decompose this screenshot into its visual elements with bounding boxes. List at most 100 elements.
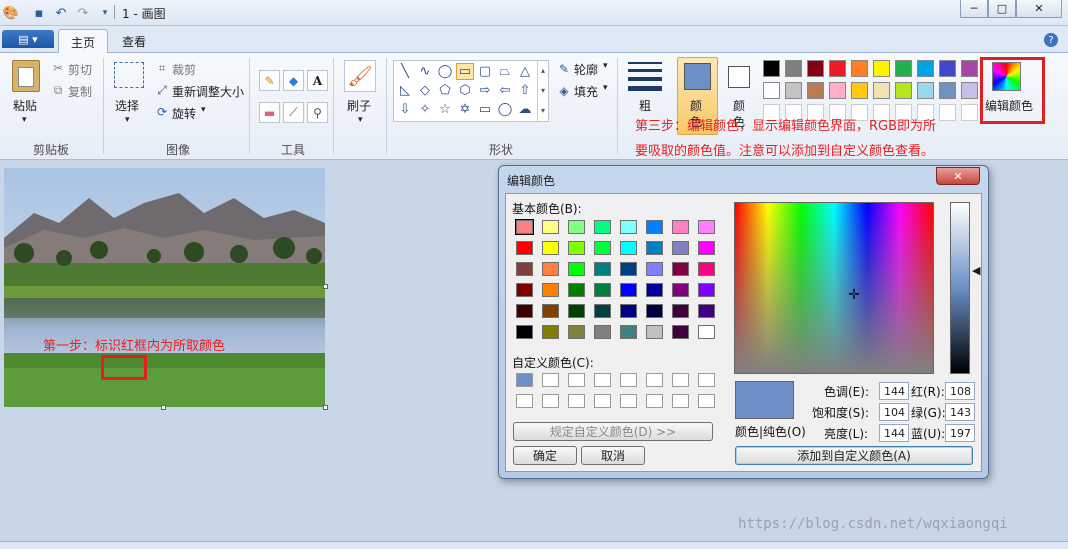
outline-button[interactable]: 轮廓 (574, 61, 598, 78)
copy-button[interactable]: 复制 (68, 83, 92, 100)
basic-color-cell[interactable] (594, 220, 611, 234)
paint-app-icon[interactable]: 🎨 (2, 4, 20, 22)
resize-icon[interactable]: ⤢ (154, 82, 170, 98)
save-icon[interactable]: ▪ (30, 4, 48, 22)
basic-color-cell[interactable] (646, 325, 663, 339)
right-arrow-shape-icon[interactable]: ⇨ (476, 82, 494, 99)
basic-color-cell[interactable] (594, 262, 611, 276)
rectangle-shape-icon[interactable]: ▭ (456, 63, 474, 80)
custom-color-cell[interactable] (672, 394, 689, 408)
basic-color-cell[interactable] (516, 325, 533, 339)
color-picker-icon[interactable]: ⟋ (283, 102, 304, 123)
resize-handle-corner[interactable] (323, 405, 328, 410)
eraser-icon[interactable]: ▬ (259, 102, 280, 123)
minimize-button[interactable]: ─ (960, 0, 988, 18)
magnifier-icon[interactable]: ⚲ (307, 102, 328, 123)
basic-color-cell[interactable] (646, 241, 663, 255)
paste-dropdown-icon[interactable]: ▾ (22, 115, 27, 125)
brush-dropdown-icon[interactable]: ▾ (358, 115, 363, 125)
down-arrow-shape-icon[interactable]: ⇩ (396, 101, 414, 118)
basic-color-cell[interactable] (568, 220, 585, 234)
right-triangle-shape-icon[interactable]: ◺ (396, 82, 414, 99)
color2-swatch[interactable] (728, 66, 750, 88)
basic-color-cell[interactable] (516, 262, 533, 276)
custom-color-cell[interactable] (698, 394, 715, 408)
hexagon-shape-icon[interactable]: ⬡ (456, 82, 474, 99)
basic-color-cell[interactable] (698, 304, 715, 318)
basic-color-cell[interactable] (672, 304, 689, 318)
custom-color-cell[interactable] (542, 394, 559, 408)
basic-color-cell[interactable] (516, 283, 533, 297)
palette-swatch[interactable] (763, 82, 780, 99)
luminance-slider[interactable] (950, 202, 970, 374)
custom-color-cell[interactable] (516, 373, 533, 387)
callout-cloud-shape-icon[interactable]: ☁ (516, 101, 534, 118)
basic-color-cell[interactable] (620, 325, 637, 339)
basic-color-cell[interactable] (620, 262, 637, 276)
palette-swatch[interactable] (785, 82, 802, 99)
dialog-close-button[interactable]: ✕ (936, 167, 980, 185)
basic-color-cell[interactable] (515, 219, 534, 235)
triangle-shape-icon[interactable]: △ (516, 63, 534, 80)
palette-swatch[interactable] (961, 82, 978, 99)
basic-color-cell[interactable] (594, 325, 611, 339)
basic-color-cell[interactable] (672, 241, 689, 255)
basic-color-cell[interactable] (542, 283, 559, 297)
basic-color-cell[interactable] (516, 304, 533, 318)
palette-swatch[interactable] (895, 82, 912, 99)
palette-swatch[interactable] (873, 60, 890, 77)
size-button[interactable]: 粗 (639, 97, 651, 114)
outline-icon[interactable]: ✎ (556, 61, 572, 77)
basic-color-cell[interactable] (568, 262, 585, 276)
pencil-icon[interactable]: ✎ (259, 70, 280, 91)
basic-color-cell[interactable] (646, 283, 663, 297)
basic-color-cell[interactable] (646, 220, 663, 234)
cancel-button[interactable]: 取消 (581, 446, 645, 465)
basic-color-cell[interactable] (698, 283, 715, 297)
basic-color-cell[interactable] (542, 304, 559, 318)
redo-icon[interactable]: ↷ (74, 4, 92, 22)
custom-color-cell[interactable] (594, 394, 611, 408)
five-point-star-shape-icon[interactable]: ☆ (436, 101, 454, 118)
outline-dropdown-icon[interactable]: ▾ (603, 61, 608, 71)
basic-color-cell[interactable] (698, 220, 715, 234)
basic-color-cell[interactable] (620, 220, 637, 234)
undo-icon[interactable]: ↶ (52, 4, 70, 22)
basic-color-cell[interactable] (594, 304, 611, 318)
cut-button[interactable]: 剪切 (68, 61, 92, 78)
custom-color-cell[interactable] (698, 373, 715, 387)
shapes-scroll[interactable]: ▴ ▾ ▾ (537, 61, 548, 121)
brush-button[interactable]: 刷子 (347, 97, 371, 114)
basic-color-cell[interactable] (672, 325, 689, 339)
rounded-rectangle-shape-icon[interactable]: ▢ (476, 63, 494, 80)
luminance-field[interactable]: 144 (879, 424, 909, 442)
select-icon[interactable] (114, 62, 144, 88)
palette-swatch[interactable] (785, 60, 802, 77)
tab-home[interactable]: 主页 (58, 29, 109, 54)
palette-swatch[interactable] (807, 82, 824, 99)
edit-colors-button[interactable]: 编辑颜色 (985, 97, 1033, 114)
resize-handle-bottom[interactable] (161, 405, 166, 410)
copy-icon[interactable]: ⧉ (50, 82, 66, 98)
select-button[interactable]: 选择 (115, 97, 139, 114)
crop-button[interactable]: 裁剪 (172, 61, 196, 78)
custom-color-cell[interactable] (620, 373, 637, 387)
basic-color-cell[interactable] (672, 262, 689, 276)
basic-color-cell[interactable] (594, 283, 611, 297)
palette-swatch[interactable] (961, 60, 978, 77)
close-button[interactable]: ✕ (1016, 0, 1062, 18)
resize-handle-right[interactable] (323, 284, 328, 289)
rotate-dropdown-icon[interactable]: ▾ (201, 105, 206, 115)
palette-swatch[interactable] (763, 60, 780, 77)
basic-color-cell[interactable] (568, 283, 585, 297)
file-menu-button[interactable]: ▤ ▾ (2, 30, 54, 48)
custom-color-cell[interactable] (646, 394, 663, 408)
custom-color-cell[interactable] (542, 373, 559, 387)
cut-icon[interactable]: ✂ (50, 60, 66, 76)
basic-color-cell[interactable] (698, 325, 715, 339)
luminance-arrow-icon[interactable]: ◀ (972, 264, 980, 277)
crop-icon[interactable]: ⌗ (154, 60, 170, 76)
custom-color-cell[interactable] (516, 394, 533, 408)
basic-color-cell[interactable] (542, 241, 559, 255)
rotate-icon[interactable]: ⟳ (154, 104, 170, 120)
